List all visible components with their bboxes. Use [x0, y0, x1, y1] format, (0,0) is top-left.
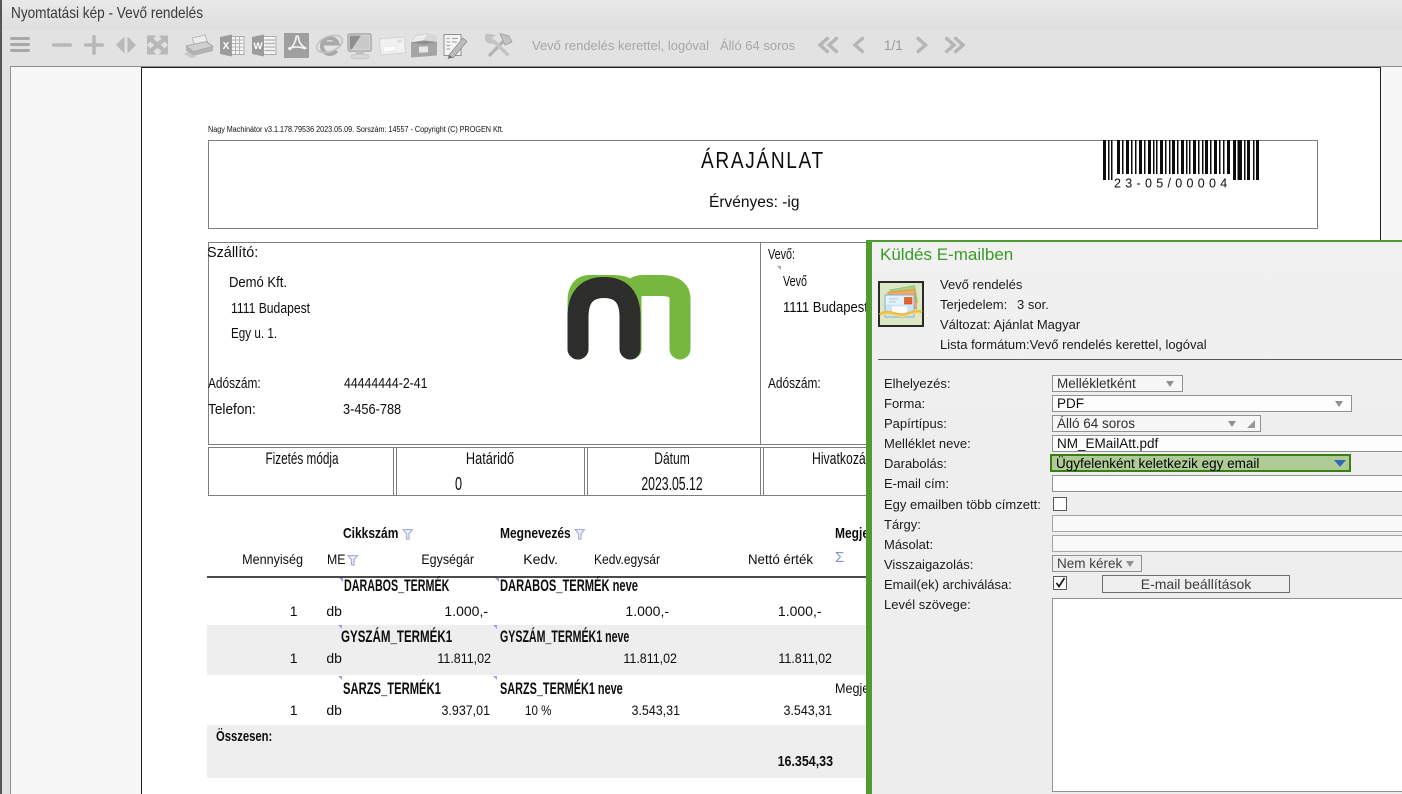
- svg-text:23-05/00004: 23-05/00004: [1114, 177, 1232, 190]
